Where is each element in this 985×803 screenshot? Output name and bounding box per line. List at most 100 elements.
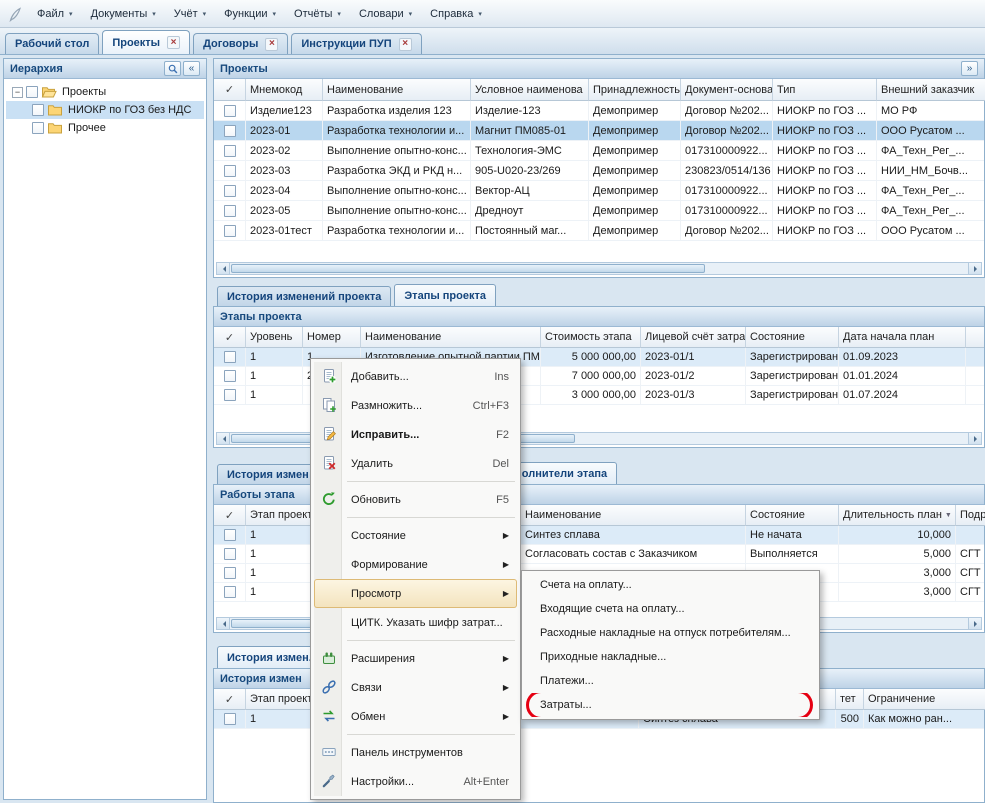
scroll-left-icon[interactable]: [217, 263, 230, 274]
context-menu-item[interactable]: Состояние▶: [314, 521, 517, 550]
row-checkbox[interactable]: [224, 567, 236, 579]
context-menu-item[interactable]: ОбновитьF5: [314, 485, 517, 514]
row-checkbox[interactable]: [224, 529, 236, 541]
scrollbar-thumb[interactable]: [231, 264, 705, 273]
column-header[interactable]: Ограничение: [864, 689, 985, 710]
tree-item[interactable]: Прочее: [6, 119, 204, 137]
row-checkbox[interactable]: [224, 105, 236, 117]
column-header[interactable]: Уровень: [246, 327, 303, 348]
tree-checkbox[interactable]: [32, 104, 44, 116]
context-menu-item[interactable]: Связи▶: [314, 673, 517, 702]
close-tab-icon[interactable]: ×: [265, 38, 278, 51]
context-menu-item[interactable]: Обмен▶: [314, 702, 517, 731]
content-tab[interactable]: История изменений проекта: [217, 286, 391, 306]
row-checkbox[interactable]: [224, 145, 236, 157]
content-tab[interactable]: олнители этапа: [512, 462, 617, 484]
row-checkbox[interactable]: [224, 225, 236, 237]
menubar-item[interactable]: Учёт▾: [165, 3, 215, 25]
context-menu-item[interactable]: Добавить...Ins: [314, 362, 517, 391]
column-header[interactable]: Лицевой счёт затрат: [641, 327, 746, 348]
row-checkbox[interactable]: [224, 389, 236, 401]
column-header[interactable]: Мнемокод: [246, 79, 323, 101]
workspace-tab[interactable]: Рабочий стол: [5, 33, 99, 54]
workspace-tab[interactable]: Договоры×: [193, 33, 288, 54]
context-menu-item[interactable]: Исправить...F2: [314, 420, 517, 449]
row-checkbox[interactable]: [224, 548, 236, 560]
tree-checkbox[interactable]: [26, 86, 38, 98]
expand-projects-button[interactable]: »: [961, 61, 978, 76]
column-header[interactable]: Состояние: [746, 327, 839, 348]
row-checkbox[interactable]: [224, 125, 236, 137]
submenu-item[interactable]: Счета на оплату...: [524, 573, 817, 597]
table-row[interactable]: 2023-02Выполнение опытно-конс...Технолог…: [214, 141, 984, 161]
projects-hscrollbar[interactable]: [216, 262, 982, 275]
menubar-item[interactable]: Словари▾: [350, 3, 421, 25]
column-header[interactable]: Наименование: [323, 79, 471, 101]
context-menu-item[interactable]: Настройки...Alt+Enter: [314, 767, 517, 796]
column-header[interactable]: Принадлежность: [589, 79, 681, 101]
column-header[interactable]: Внешний заказчик: [877, 79, 985, 101]
context-menu-item[interactable]: ЦИТК. Указать шифр затрат...: [314, 608, 517, 637]
menubar-item[interactable]: Документы▾: [82, 3, 165, 25]
context-menu-item[interactable]: Расширения▶: [314, 644, 517, 673]
column-header[interactable]: Состояние: [746, 505, 839, 526]
submenu-item[interactable]: Входящие счета на оплату...: [524, 597, 817, 621]
row-checkbox[interactable]: [224, 586, 236, 598]
table-row[interactable]: 2023-01тестРазработка технологии и...Пос…: [214, 221, 984, 241]
column-header[interactable]: ✓: [214, 689, 246, 710]
submenu-item[interactable]: Платежи...: [524, 669, 817, 693]
menubar-item[interactable]: Файл▾: [28, 3, 82, 25]
table-row[interactable]: Изделие123Разработка изделия 123Изделие-…: [214, 101, 984, 121]
close-tab-icon[interactable]: ×: [399, 38, 412, 51]
context-menu-item[interactable]: Просмотр▶: [314, 579, 517, 608]
column-header[interactable]: Номер: [303, 327, 361, 348]
scroll-left-icon[interactable]: [217, 433, 230, 444]
table-row[interactable]: 2023-04Выполнение опытно-конс...Вектор-А…: [214, 181, 984, 201]
menubar-item[interactable]: Функции▾: [215, 3, 285, 25]
column-header[interactable]: ✓: [214, 327, 246, 348]
column-header[interactable]: Наименование: [361, 327, 541, 348]
workspace-tab[interactable]: Проекты×: [102, 30, 190, 54]
table-row[interactable]: 2023-03Разработка ЭКД и РКД н...905-U020…: [214, 161, 984, 181]
submenu-item[interactable]: Затраты...: [524, 693, 817, 717]
scroll-right-icon[interactable]: [968, 263, 981, 274]
row-checkbox[interactable]: [224, 165, 236, 177]
table-row[interactable]: 2023-01Разработка технологии и...Магнит …: [214, 121, 984, 141]
collapse-sidebar-button[interactable]: «: [183, 61, 200, 76]
column-header[interactable]: тет: [836, 689, 864, 710]
context-menu-item[interactable]: УдалитьDel: [314, 449, 517, 478]
tree-search-button[interactable]: [164, 61, 181, 76]
scroll-left-icon[interactable]: [217, 618, 230, 629]
menubar-item[interactable]: Справка▾: [421, 3, 491, 25]
column-header[interactable]: Тип: [773, 79, 877, 101]
scroll-right-icon[interactable]: [968, 618, 981, 629]
column-header[interactable]: Дата начала план: [839, 327, 966, 348]
column-header[interactable]: Документ-основан: [681, 79, 773, 101]
context-menu-item[interactable]: Размножить...Ctrl+F3: [314, 391, 517, 420]
workspace-tab[interactable]: Инструкции ПУП×: [291, 33, 421, 54]
column-header[interactable]: ✓: [214, 505, 246, 526]
menubar-item[interactable]: Отчёты▾: [285, 3, 350, 25]
tree-item-root[interactable]: −Проекты: [6, 83, 204, 101]
row-checkbox[interactable]: [224, 185, 236, 197]
tree-expander-icon[interactable]: −: [12, 87, 23, 98]
row-checkbox[interactable]: [224, 351, 236, 363]
column-header[interactable]: ✓: [214, 79, 246, 101]
submenu-item[interactable]: Приходные накладные...: [524, 645, 817, 669]
column-header[interactable]: Стоимость этапа: [541, 327, 641, 348]
row-checkbox[interactable]: [224, 370, 236, 382]
tree-checkbox[interactable]: [32, 122, 44, 134]
context-menu-item[interactable]: Формирование▶: [314, 550, 517, 579]
content-tab[interactable]: Этапы проекта: [394, 284, 496, 306]
tree-item[interactable]: НИОКР по ГОЗ без НДС: [6, 101, 204, 119]
column-header[interactable]: Условное наименова: [471, 79, 589, 101]
scroll-right-icon[interactable]: [968, 433, 981, 444]
row-checkbox[interactable]: [224, 205, 236, 217]
content-tab[interactable]: История измен: [217, 464, 319, 484]
close-tab-icon[interactable]: ×: [167, 36, 180, 49]
submenu-item[interactable]: Расходные накладные на отпуск потребител…: [524, 621, 817, 645]
column-header[interactable]: Наименование: [521, 505, 746, 526]
row-checkbox[interactable]: [224, 713, 236, 725]
table-row[interactable]: 2023-05Выполнение опытно-конс...Дредноут…: [214, 201, 984, 221]
column-header[interactable]: Подр: [956, 505, 985, 526]
